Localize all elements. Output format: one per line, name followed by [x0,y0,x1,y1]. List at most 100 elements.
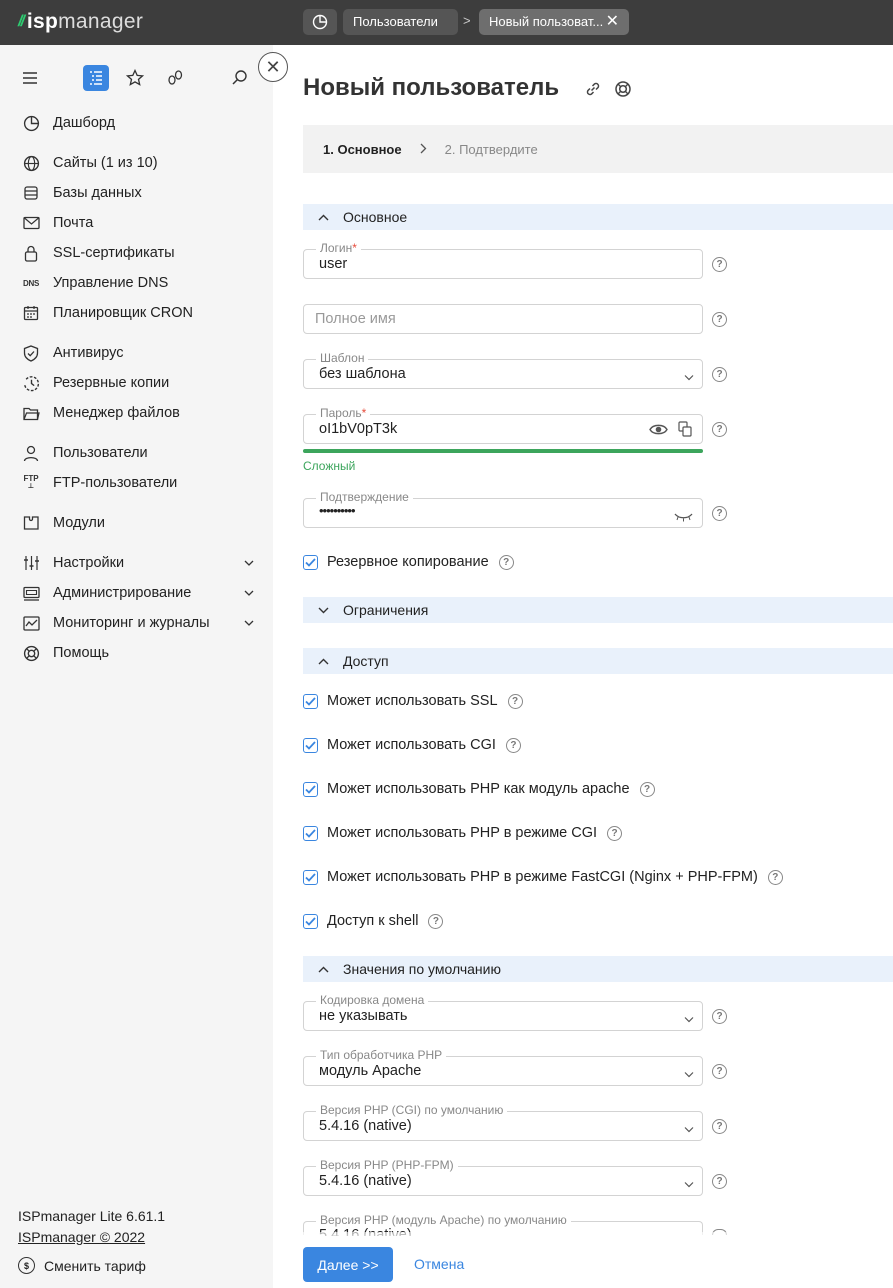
access-ssl-row[interactable]: Может использовать SSL ? [303,692,523,710]
sidebar-item-databases[interactable]: Базы данных [22,181,262,205]
step-basic[interactable]: 1. Основное [323,142,402,157]
confirm-password-field[interactable]: Подтверждение •••••••••• [303,490,703,528]
chevron-down-icon[interactable] [244,555,254,571]
change-plan-link[interactable]: $ Сменить тариф [18,1257,146,1274]
menu-icon[interactable] [17,65,43,91]
link-icon[interactable] [584,80,602,98]
fullname-field[interactable]: Полное имя [303,304,703,334]
sidebar-item-label: Сайты (1 из 10) [53,155,158,171]
tab-new-user[interactable]: Новый пользоват... ✕ [479,9,629,35]
sidebar-item-monitoring[interactable]: Мониторинг и журналы [22,611,262,635]
tab-users[interactable]: Пользователи [343,9,458,35]
sidebar-item-users[interactable]: Пользователи [22,441,262,465]
help-icon[interactable]: ? [712,1064,727,1079]
access-php-fpm-checkbox[interactable] [303,869,318,885]
sidebar-item-cron[interactable]: Планировщик CRON [22,301,262,325]
logo-rest: manager [58,10,144,33]
lifebuoy-icon[interactable] [614,80,632,98]
database-icon [22,184,40,202]
logo[interactable]: // ispmanager [18,9,143,35]
access-php-apache-checkbox[interactable] [303,781,318,797]
next-button[interactable]: Далее >> [303,1247,393,1282]
help-icon[interactable]: ? [712,422,727,437]
search-icon[interactable] [227,65,253,91]
eye-icon[interactable] [649,423,668,439]
help-icon[interactable]: ? [712,1009,727,1024]
field-label: Версия PHP (модуль Apache) по умолчанию [316,1213,571,1227]
access-php-cgi-checkbox[interactable] [303,825,318,841]
shield-icon [22,344,40,362]
password-label: Пароль* [316,406,371,420]
help-icon[interactable]: ? [607,825,623,841]
sidebar-item-administration[interactable]: Администрирование [22,581,262,605]
chevron-down-icon[interactable] [244,615,254,631]
field-value: не указывать [319,1008,408,1024]
access-php-cgi-row[interactable]: Может использовать PHP в режиме CGI ? [303,824,623,842]
help-icon[interactable]: ? [767,869,783,885]
footprints-icon[interactable] [162,65,188,91]
sidebar-item-help[interactable]: Помощь [22,641,262,665]
help-icon[interactable]: ? [639,781,655,797]
section-basic[interactable]: Основное [303,204,893,230]
close-panel-button[interactable]: ✕ [258,52,288,82]
help-icon[interactable]: ? [712,257,727,272]
access-cgi-checkbox[interactable] [303,737,318,753]
list-view-icon[interactable] [83,65,109,91]
php-handler-select[interactable]: Тип обработчика PHP модуль Apache [303,1048,703,1086]
access-ssl-checkbox[interactable] [303,693,318,709]
eye-closed-icon[interactable] [674,509,693,525]
backup-label: Резервное копирование [327,554,489,570]
sidebar-item-dns[interactable]: DNS Управление DNS [22,271,262,295]
access-shell-row[interactable]: Доступ к shell ? [303,912,444,930]
login-field[interactable]: Логин* user [303,241,703,279]
generate-password-icon[interactable] [678,421,692,440]
sidebar-item-mail[interactable]: Почта [22,211,262,235]
access-cgi-row[interactable]: Может использовать CGI ? [303,736,521,754]
section-access[interactable]: Доступ [303,648,893,674]
sidebar-item-antivirus[interactable]: Антивирус [22,341,262,365]
sidebar-item-settings[interactable]: Настройки [22,551,262,575]
sidebar-item-dashboard[interactable]: Дашборд [22,111,262,135]
sidebar-item-backups[interactable]: Резервные копии [22,371,262,395]
copyright-link[interactable]: ISPmanager © 2022 [18,1229,145,1245]
help-icon[interactable]: ? [507,693,523,709]
help-icon[interactable]: ? [712,1174,727,1189]
tab-dashboard[interactable] [303,9,337,35]
help-icon[interactable]: ? [712,312,727,327]
template-select[interactable]: Шаблон без шаблона [303,351,703,389]
chevron-down-icon[interactable] [244,585,254,601]
help-icon[interactable]: ? [505,737,521,753]
access-shell-checkbox[interactable] [303,913,318,929]
wizard-steps: 1. Основное 2. Подтвердите [303,125,893,173]
change-plan-label: Сменить тариф [44,1257,146,1274]
php-fpm-version-select[interactable]: Версия PHP (PHP-FPM) 5.4.16 (native) [303,1158,703,1196]
help-icon[interactable]: ? [498,554,514,570]
chevron-down-icon [315,602,331,618]
sidebar-item-label: Пользователи [53,445,148,461]
chevron-up-icon [315,209,331,225]
help-icon[interactable]: ? [712,367,727,382]
field-label: Версия PHP (CGI) по умолчанию [316,1103,508,1117]
access-php-fpm-row[interactable]: Может использовать PHP в режиме FastCGI … [303,868,783,886]
close-icon[interactable]: ✕ [606,14,619,30]
backup-checkbox[interactable] [303,554,318,570]
help-icon[interactable]: ? [712,506,727,521]
field-value: 5.4.16 (native) [319,1173,412,1189]
php-cgi-version-select[interactable]: Версия PHP (CGI) по умолчанию 5.4.16 (na… [303,1103,703,1141]
sidebar-item-ftp-users[interactable]: FTP ⊥ FTP-пользователи [22,471,262,495]
star-icon[interactable] [122,65,148,91]
access-php-apache-row[interactable]: Может использовать PHP как модуль apache… [303,780,655,798]
sidebar-item-file-manager[interactable]: Менеджер файлов [22,401,262,425]
cancel-button[interactable]: Отмена [414,1256,464,1272]
sidebar-item-sites[interactable]: Сайты (1 из 10) [22,151,262,175]
section-limits[interactable]: Ограничения [303,597,893,623]
help-icon[interactable]: ? [428,913,444,929]
domain-encoding-select[interactable]: Кодировка домена не указывать [303,993,703,1031]
sidebar-item-ssl[interactable]: SSL-сертификаты [22,241,262,265]
sidebar-item-label: Резервные копии [53,375,170,391]
password-field[interactable]: Пароль* oI1bV0pT3k [303,406,703,444]
section-defaults[interactable]: Значения по умолчанию [303,956,893,982]
help-icon[interactable]: ? [712,1119,727,1134]
sidebar-item-modules[interactable]: Модули [22,511,262,535]
backup-checkbox-row[interactable]: Резервное копирование ? [303,553,514,571]
